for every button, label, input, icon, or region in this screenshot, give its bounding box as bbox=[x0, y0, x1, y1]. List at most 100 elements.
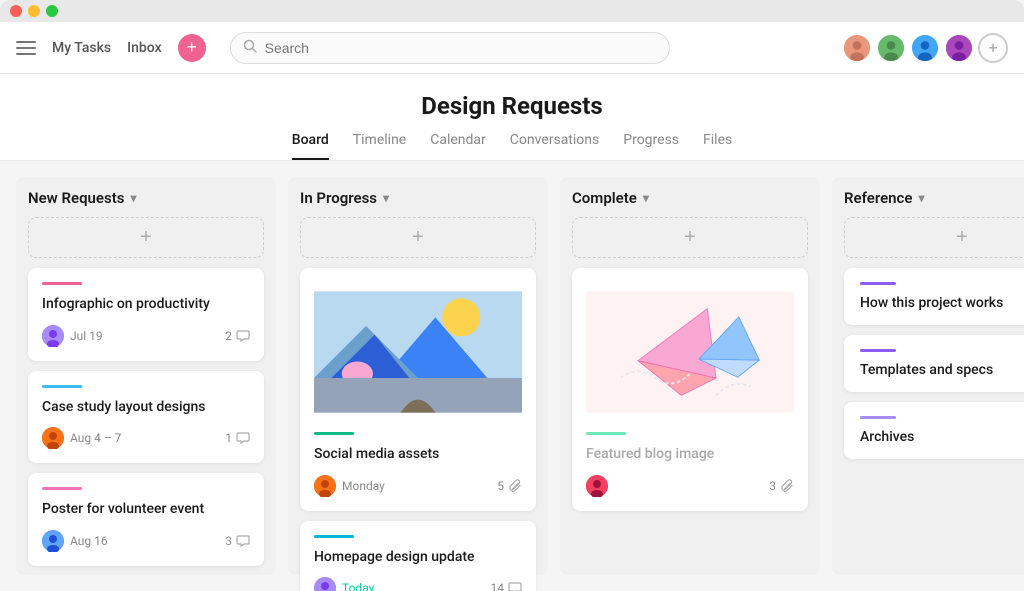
tab-timeline[interactable]: Timeline bbox=[353, 132, 406, 160]
card-illustration bbox=[314, 282, 522, 422]
column-in-progress: In Progress ▾ + bbox=[288, 177, 548, 575]
inbox-link[interactable]: Inbox bbox=[127, 40, 161, 56]
comment-icon bbox=[236, 431, 250, 445]
close-btn[interactable] bbox=[10, 5, 22, 17]
card-date-today: Today bbox=[342, 581, 374, 591]
topbar: My Tasks Inbox + bbox=[0, 22, 1024, 74]
card-date: Monday bbox=[342, 479, 385, 493]
column-complete: Complete ▾ + bbox=[560, 177, 820, 575]
card-title: Poster for volunteer event bbox=[42, 500, 250, 520]
card-meta: 3 bbox=[769, 479, 794, 493]
card-date: Aug 16 bbox=[70, 534, 108, 548]
card-title: Social media assets bbox=[314, 445, 522, 465]
ref-card-title: Templates and specs bbox=[860, 362, 1024, 378]
card-footer: Aug 4 – 7 1 bbox=[42, 427, 250, 449]
tab-files[interactable]: Files bbox=[703, 132, 732, 160]
attachment-count: 3 bbox=[769, 479, 776, 493]
avatar-group: + bbox=[842, 33, 1008, 63]
comment-count: 14 bbox=[491, 581, 505, 591]
add-card-reference[interactable]: + bbox=[844, 217, 1024, 258]
column-title-complete: Complete bbox=[572, 189, 637, 207]
comment-count: 2 bbox=[225, 329, 232, 343]
card-user: Monday bbox=[314, 475, 385, 497]
tab-conversations[interactable]: Conversations bbox=[510, 132, 599, 160]
minimize-btn[interactable] bbox=[28, 5, 40, 17]
attachment-icon bbox=[780, 479, 794, 493]
add-card-complete[interactable]: + bbox=[572, 217, 808, 258]
card-footer: Monday 5 bbox=[314, 475, 522, 497]
search-icon bbox=[243, 39, 257, 57]
chevron-down-icon: ▾ bbox=[643, 191, 649, 205]
card-date: Jul 19 bbox=[70, 329, 103, 343]
attachment-icon bbox=[508, 479, 522, 493]
card-user: Jul 19 bbox=[42, 325, 103, 347]
card-footer: 3 bbox=[586, 475, 794, 497]
card-user: Aug 16 bbox=[42, 530, 108, 552]
add-member-button[interactable]: + bbox=[978, 33, 1008, 63]
ref-card-title: How this project works bbox=[860, 295, 1024, 311]
avatar bbox=[314, 475, 336, 497]
chevron-down-icon: ▾ bbox=[383, 191, 389, 205]
card-poster: Poster for volunteer event Aug 16 3 bbox=[28, 473, 264, 566]
avatar-1[interactable] bbox=[842, 33, 872, 63]
card-meta: 1 bbox=[225, 431, 250, 445]
card-featured-blog: Featured blog image 3 bbox=[572, 268, 808, 511]
card-user bbox=[586, 475, 608, 497]
card-footer: Jul 19 2 bbox=[42, 325, 250, 347]
tab-progress[interactable]: Progress bbox=[623, 132, 679, 160]
card-meta: 14 bbox=[491, 581, 523, 591]
column-header-complete: Complete ▾ bbox=[572, 189, 808, 207]
card-accent bbox=[586, 432, 626, 435]
avatar-3[interactable] bbox=[910, 33, 940, 63]
card-footer: Aug 16 3 bbox=[42, 530, 250, 552]
card-meta: 5 bbox=[497, 479, 522, 493]
avatar bbox=[586, 475, 608, 497]
card-illustration-blog bbox=[586, 282, 794, 422]
comment-icon bbox=[508, 581, 522, 591]
column-title-in-progress: In Progress bbox=[300, 189, 377, 207]
card-title: Infographic on productivity bbox=[42, 295, 250, 315]
card-homepage-design: Homepage design update Today 14 bbox=[300, 521, 536, 591]
project-tabs: Board Timeline Calendar Conversations Pr… bbox=[0, 132, 1024, 160]
column-header-in-progress: In Progress ▾ bbox=[300, 189, 536, 207]
add-card-in-progress[interactable]: + bbox=[300, 217, 536, 258]
tab-calendar[interactable]: Calendar bbox=[430, 132, 486, 160]
chevron-down-icon: ▾ bbox=[918, 191, 924, 205]
search-input[interactable] bbox=[265, 40, 657, 56]
ref-card-archives: Archives bbox=[844, 402, 1024, 459]
card-footer: Today 14 bbox=[314, 577, 522, 591]
board: New Requests ▾ + Infographic on producti… bbox=[0, 161, 1024, 591]
add-card-new-requests[interactable]: + bbox=[28, 217, 264, 258]
card-user: Today bbox=[314, 577, 374, 591]
avatar-2[interactable] bbox=[876, 33, 906, 63]
avatar bbox=[42, 325, 64, 347]
card-infographic: Infographic on productivity Jul 19 2 bbox=[28, 268, 264, 361]
card-meta: 3 bbox=[225, 534, 250, 548]
card-accent bbox=[42, 385, 82, 388]
avatar bbox=[42, 427, 64, 449]
my-tasks-link[interactable]: My Tasks bbox=[52, 40, 111, 56]
avatar-4[interactable] bbox=[944, 33, 974, 63]
card-social-media: Social media assets Monday 5 bbox=[300, 268, 536, 511]
card-accent bbox=[42, 282, 82, 285]
project-title: Design Requests bbox=[0, 92, 1024, 120]
add-button[interactable]: + bbox=[178, 34, 206, 62]
hamburger-icon[interactable] bbox=[16, 38, 36, 58]
card-meta: 2 bbox=[225, 329, 250, 343]
column-title-reference: Reference bbox=[844, 189, 912, 207]
attachment-count: 5 bbox=[497, 479, 504, 493]
card-title: Featured blog image bbox=[586, 445, 794, 465]
avatar bbox=[314, 577, 336, 591]
chevron-down-icon: ▾ bbox=[130, 191, 136, 205]
search-box bbox=[230, 32, 670, 64]
ref-card-accent bbox=[860, 416, 896, 419]
avatar bbox=[42, 530, 64, 552]
column-header-new-requests: New Requests ▾ bbox=[28, 189, 264, 207]
ref-card-title: Archives bbox=[860, 429, 1024, 445]
card-accent bbox=[314, 535, 354, 538]
card-accent bbox=[42, 487, 82, 490]
comment-icon bbox=[236, 329, 250, 343]
maximize-btn[interactable] bbox=[46, 5, 58, 17]
comment-count: 3 bbox=[225, 534, 232, 548]
tab-board[interactable]: Board bbox=[292, 132, 329, 160]
